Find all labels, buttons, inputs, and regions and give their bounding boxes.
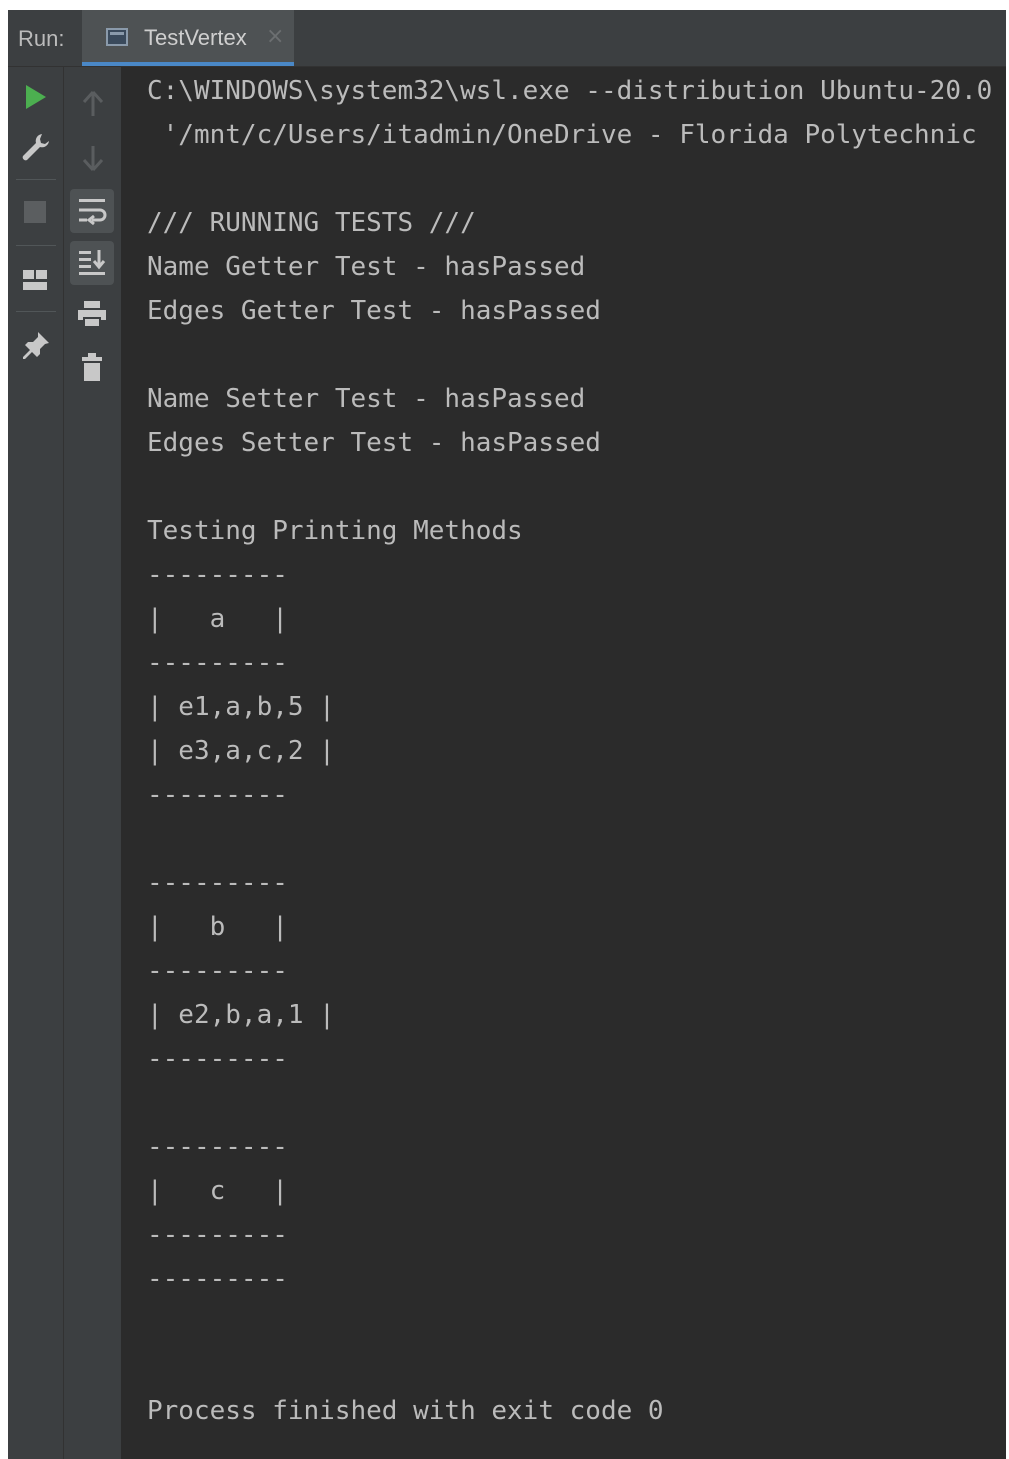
stop-icon[interactable] (24, 201, 46, 223)
toolbar-separator (16, 311, 56, 312)
console-icon (106, 28, 128, 46)
console-line: --------- (147, 780, 288, 810)
console-line: Name Setter Test - hasPassed (147, 384, 586, 414)
close-icon[interactable]: × (266, 24, 284, 49)
exit-status-line: Process finished with exit code 0 (147, 1396, 664, 1426)
console-line: | e3,a,c,2 | (147, 736, 335, 766)
tab-test-vertex[interactable]: TestVertex × (82, 10, 294, 66)
run-label: Run: (18, 26, 65, 51)
console-line: --------- (147, 868, 288, 898)
pin-icon[interactable] (20, 329, 52, 361)
console-line: --------- (147, 560, 288, 590)
console-line: Name Getter Test - hasPassed (147, 252, 586, 282)
tab-title: TestVertex (144, 25, 247, 50)
run-tool-window: Run: TestVertex × C:\WINDOWS\system32\ws… (8, 10, 1006, 1459)
console-line: Edges Getter Test - hasPassed (147, 296, 601, 326)
soft-wrap-icon (79, 199, 107, 226)
console-line: | b | (147, 912, 288, 942)
console-line: --------- (147, 1264, 288, 1294)
wrench-icon[interactable] (20, 131, 50, 163)
soft-wrap-button[interactable] (70, 189, 114, 233)
run-header: Run: TestVertex × (8, 10, 1006, 67)
console-line: --------- (147, 956, 288, 986)
console-line: C:\WINDOWS\system32\wsl.exe --distributi… (147, 76, 993, 106)
console-line: --------- (147, 1132, 288, 1162)
arrow-up-icon[interactable] (80, 89, 106, 119)
scroll-to-end-icon (79, 250, 106, 275)
print-icon[interactable] (76, 299, 108, 329)
console-line: | c | (147, 1176, 288, 1206)
console-line: --------- (147, 1220, 288, 1250)
scroll-to-end-button[interactable] (70, 241, 114, 285)
toolbar-separator (16, 245, 56, 246)
trash-icon[interactable] (78, 351, 106, 383)
layout-icon[interactable] (21, 267, 49, 293)
run-toolbar-left (8, 67, 64, 1459)
console-line: | a | (147, 604, 288, 634)
console-line: Edges Setter Test - hasPassed (147, 428, 601, 458)
console-line: --------- (147, 648, 288, 678)
run-toolbar-right (64, 67, 122, 1459)
console-line: Testing Printing Methods (147, 516, 523, 546)
console-line: | e1,a,b,5 | (147, 692, 335, 722)
arrow-down-icon[interactable] (80, 143, 106, 173)
console-line: '/mnt/c/Users/itadmin/OneDrive - Florida… (147, 120, 977, 150)
console-line: | e2,b,a,1 | (147, 1000, 335, 1030)
play-icon[interactable] (26, 85, 46, 109)
console-line: /// RUNNING TESTS /// (147, 208, 476, 238)
toolbar-separator (16, 179, 56, 180)
console-output[interactable]: C:\WINDOWS\system32\wsl.exe --distributi… (122, 67, 1006, 1459)
console-line: --------- (147, 1044, 288, 1074)
